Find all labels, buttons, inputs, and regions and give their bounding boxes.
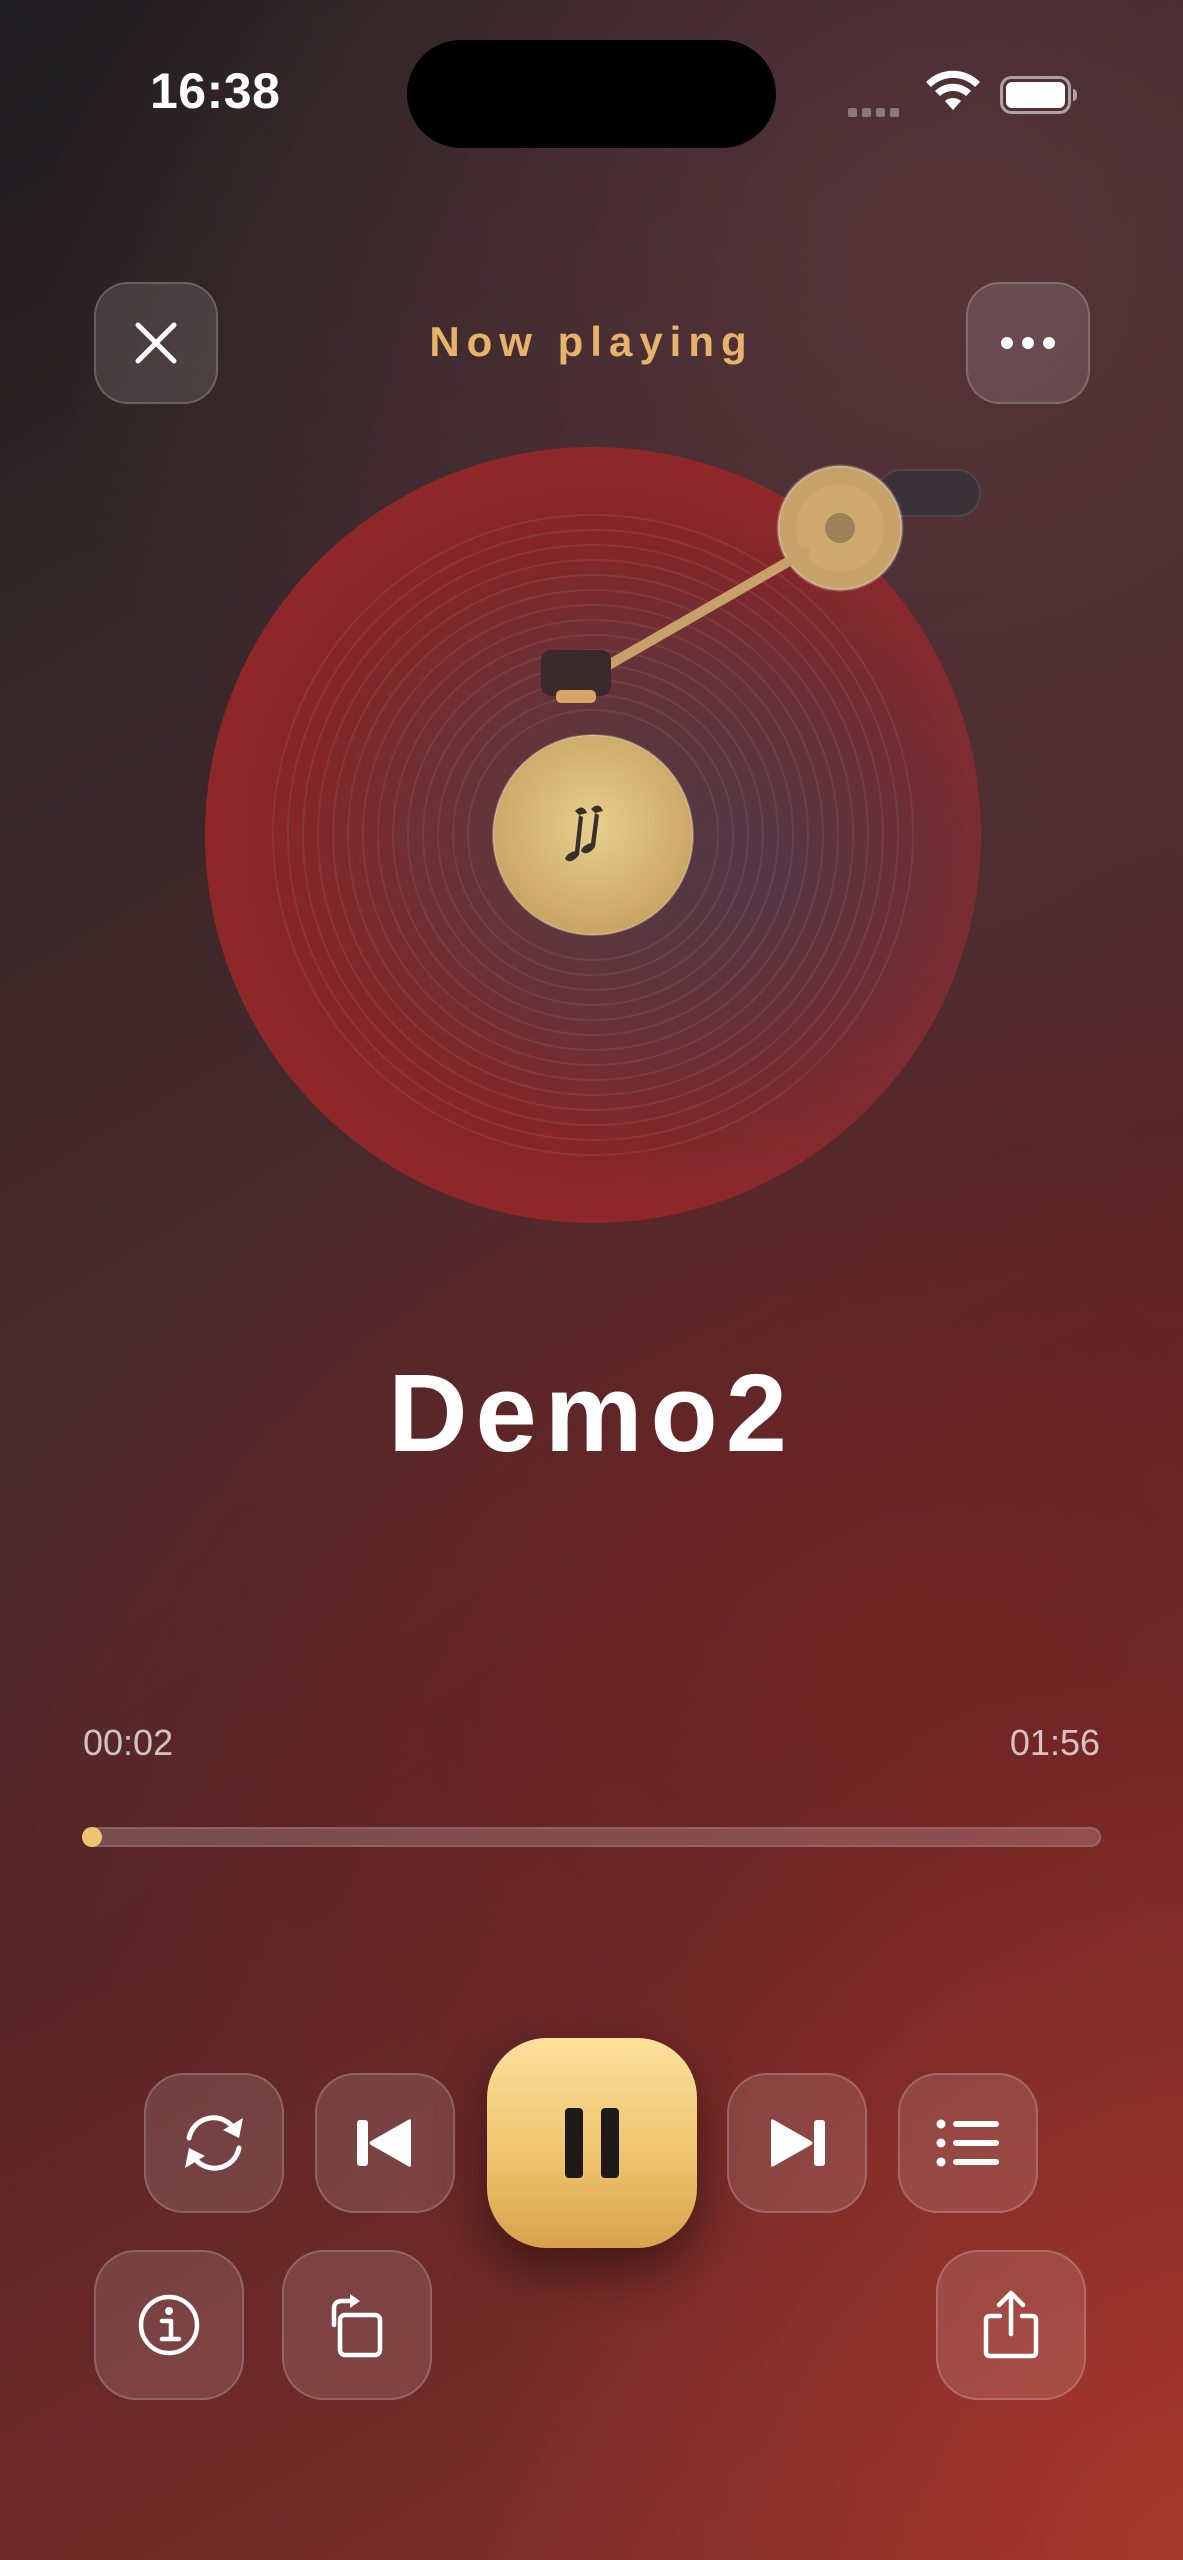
dynamic-island [407, 40, 776, 148]
pause-button[interactable] [487, 2038, 697, 2248]
elapsed-time: 00:02 [83, 1722, 174, 1763]
next-track-button[interactable] [727, 2073, 867, 2213]
share-button[interactable] [936, 2250, 1086, 2400]
rotate-icon [331, 2294, 383, 2358]
more-options-button[interactable] [966, 282, 1090, 404]
total-time: 01:56 [1009, 1722, 1100, 1763]
playlist-button[interactable] [898, 2073, 1038, 2213]
previous-track-button[interactable] [315, 2073, 455, 2213]
info-button[interactable] [94, 2250, 244, 2400]
more-icon [1001, 337, 1055, 349]
vinyl-record [205, 447, 981, 1223]
next-icon [771, 2119, 825, 2167]
progress-fill [82, 1827, 102, 1847]
status-time: 16:38 [150, 63, 281, 119]
wifi-icon [926, 70, 980, 110]
battery-icon [1000, 76, 1077, 114]
progress-slider[interactable] [82, 1827, 1101, 1847]
list-icon [936, 2119, 999, 2167]
repeat-button[interactable] [144, 2073, 284, 2213]
pause-icon [565, 2108, 619, 2178]
info-icon [138, 2294, 200, 2356]
share-icon [983, 2290, 1039, 2359]
rotate-button[interactable] [282, 2250, 432, 2400]
repeat-icon [185, 2115, 243, 2171]
cellular-signal-icon [848, 104, 904, 122]
song-title: Demo2 [388, 1352, 795, 1475]
previous-icon [357, 2119, 411, 2167]
